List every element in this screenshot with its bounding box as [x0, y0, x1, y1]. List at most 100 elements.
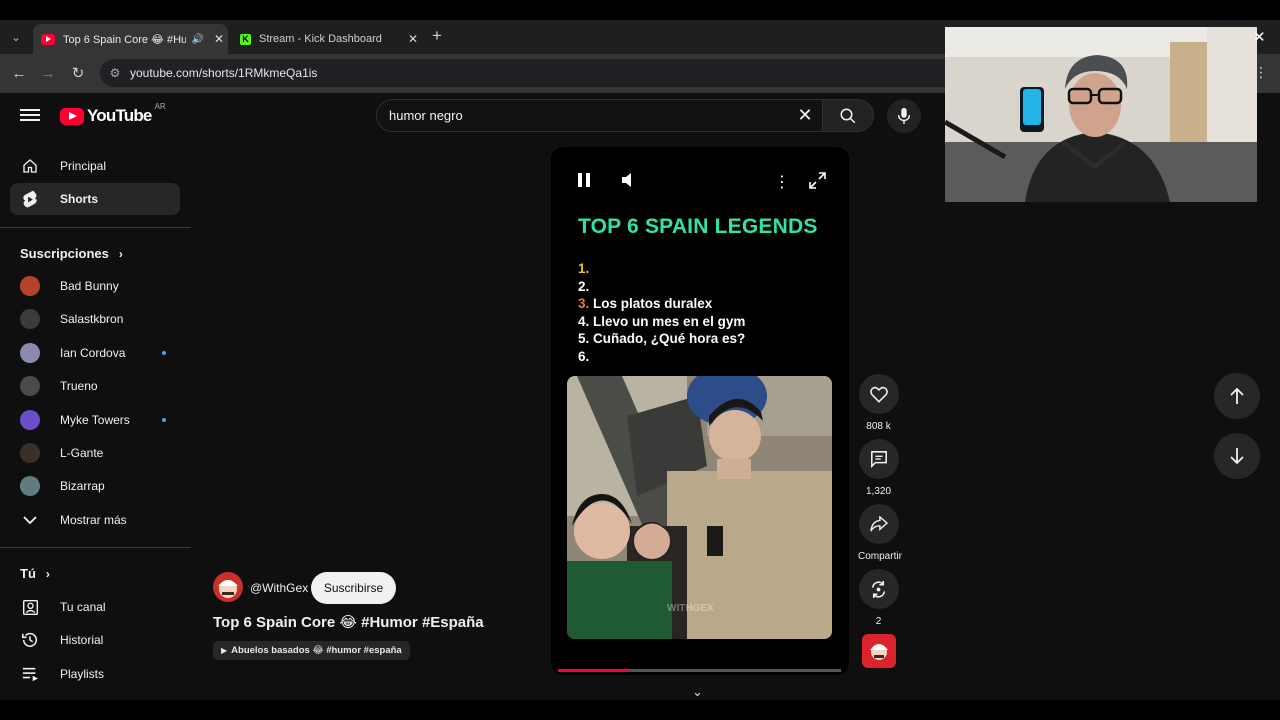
close-icon[interactable]: ✕ [1253, 28, 1266, 46]
logo-wordmark: YouTube [87, 106, 152, 125]
like-button[interactable]: 808 k [858, 374, 899, 432]
sidebar-item-principal[interactable]: Principal [10, 150, 180, 182]
avatar [20, 443, 40, 463]
youtube-logo[interactable]: YouTube AR [60, 102, 166, 126]
sidebar-item-tu-canal[interactable]: Tu canal [10, 591, 180, 623]
channel-handle[interactable]: @WithGex [250, 581, 308, 595]
like-count: 808 k [866, 421, 891, 432]
webcam-overlay [945, 27, 1257, 202]
chevron-down-icon [20, 510, 40, 530]
new-content-dot [162, 351, 166, 355]
more-options-icon[interactable]: ⋮ [774, 172, 790, 192]
sidebar-item-l-gante[interactable]: L-Gante [10, 437, 180, 469]
home-icon [20, 156, 40, 176]
fullscreen-icon[interactable] [809, 172, 826, 194]
site-info-icon[interactable]: ⚙ [100, 66, 130, 80]
avatar [20, 410, 40, 430]
browser-tab-youtube[interactable]: Top 6 Spain Core 😂 #Humor #España 🔊 ✕ [33, 24, 228, 54]
webcam-feed [945, 27, 1257, 202]
sidebar-item-label: Myke Towers [60, 413, 130, 427]
sidebar-item-label: Ian Cordova [60, 346, 126, 360]
play-icon: ▶ [221, 646, 228, 655]
sidebar-item-trueno[interactable]: Trueno [10, 370, 180, 402]
avatar [20, 343, 40, 363]
avatar [20, 476, 40, 496]
ranking-item: 3. Los platos duralex [578, 296, 712, 311]
sidebar-item-shorts[interactable]: Shorts [10, 183, 180, 215]
share-button[interactable]: Compartir [858, 504, 902, 562]
chevron-right-icon: › [45, 566, 50, 581]
you-heading[interactable]: Tú › [20, 566, 50, 581]
address-bar[interactable]: ⚙ youtube.com/shorts/1RMkmeQa1is [100, 59, 980, 87]
sidebar-item-label: Bad Bunny [60, 279, 119, 293]
heart-icon [858, 374, 899, 414]
sidebar-item-salastkbron[interactable]: Salastkbron [10, 303, 180, 335]
tab-search-button[interactable]: ⌄ [6, 27, 26, 47]
chevron-right-icon: › [118, 246, 123, 261]
ranking-number: 4. [578, 314, 590, 329]
microphone-icon [897, 107, 911, 125]
comment-count: 1,320 [865, 486, 892, 497]
menu-icon[interactable] [20, 106, 40, 126]
you-heading-label: Tú [20, 566, 36, 581]
ranking-number: 5. [578, 331, 590, 346]
sidebar-item-label: Trueno [60, 379, 98, 393]
ranking-item: 1. [578, 261, 589, 276]
channel-avatar[interactable] [213, 572, 243, 602]
avatar [20, 276, 40, 296]
ranking-item: 5. Cuñado, ¿Qué hora es? [578, 331, 745, 346]
sidebar-item-historial[interactable]: Historial [10, 624, 180, 656]
sidebar-item-bizarrap[interactable]: Bizarrap [10, 470, 180, 502]
new-tab-icon[interactable]: + [432, 26, 442, 46]
share-icon [858, 504, 899, 544]
speaker-icon[interactable]: 🔊 [192, 34, 204, 45]
ranking-item: 2. [578, 279, 589, 294]
previous-short-button[interactable] [1214, 373, 1260, 419]
tab-title: Top 6 Spain Core 😂 #Humor #España [63, 33, 186, 46]
subscribe-button[interactable]: Suscribirse [311, 572, 396, 604]
ranking-number: 1. [578, 261, 590, 276]
scroll-hint-icon: ⌄ [692, 684, 703, 699]
subscriptions-heading[interactable]: Suscripciones › [20, 246, 123, 261]
sidebar-item-playlists[interactable]: Playlists [10, 658, 180, 690]
youtube-play-icon [60, 107, 84, 125]
progress-fill [558, 669, 629, 672]
next-short-button[interactable] [1214, 433, 1260, 479]
remix-count: 2 [875, 616, 882, 627]
screen-bottom-bar [0, 700, 1280, 720]
sidebar-item-bad-bunny[interactable]: Bad Bunny [10, 270, 180, 302]
ranking-number: 6. [578, 349, 590, 364]
sidebar-item-myke-towers[interactable]: Myke Towers [10, 404, 180, 436]
clear-search-icon[interactable]: ✕ [790, 105, 820, 126]
subscriptions-heading-label: Suscripciones [20, 246, 109, 261]
volume-icon[interactable] [621, 172, 639, 193]
sidebar-item-ian-cordova[interactable]: Ian Cordova [10, 337, 180, 369]
channel-avatar-button[interactable] [862, 634, 896, 668]
comments-button[interactable]: 1,320 [858, 439, 899, 497]
remix-icon [858, 569, 899, 609]
progress-bar[interactable] [558, 669, 841, 672]
pause-icon[interactable] [577, 172, 591, 193]
close-tab-icon[interactable]: ✕ [404, 32, 422, 46]
short-video-player[interactable]: ⋮ TOP 6 SPAIN LEGENDS 1. 2. 3. Los plato… [551, 147, 849, 675]
remix-button[interactable]: 2 [858, 569, 899, 627]
video-title[interactable]: Top 6 Spain Core 😂 #Humor #España [213, 613, 484, 631]
voice-search-button[interactable] [887, 99, 921, 133]
forward-arrow-icon[interactable]: → [38, 63, 58, 83]
sidebar-divider [0, 227, 191, 228]
back-arrow-icon[interactable]: ← [9, 63, 29, 83]
search-input[interactable]: humor negro ✕ [376, 99, 823, 132]
browser-tab-kick[interactable]: K Stream - Kick Dashboard ✕ [232, 24, 422, 54]
show-more-button[interactable]: Mostrar más [10, 504, 180, 536]
close-tab-icon[interactable]: ✕ [210, 32, 228, 46]
shorts-icon [20, 189, 40, 209]
reload-icon[interactable]: ↻ [68, 63, 88, 83]
history-icon [20, 630, 40, 650]
watermark-text: WITHGEX [667, 603, 714, 614]
sidebar-item-label: Salastkbron [60, 312, 124, 326]
music-chip[interactable]: ▶ Abuelos basados 😂 #humor #españa [213, 641, 410, 660]
country-code: AR [154, 101, 166, 111]
search-icon [840, 108, 856, 123]
search-button[interactable] [822, 99, 874, 132]
sidebar-item-label: Principal [60, 159, 107, 173]
